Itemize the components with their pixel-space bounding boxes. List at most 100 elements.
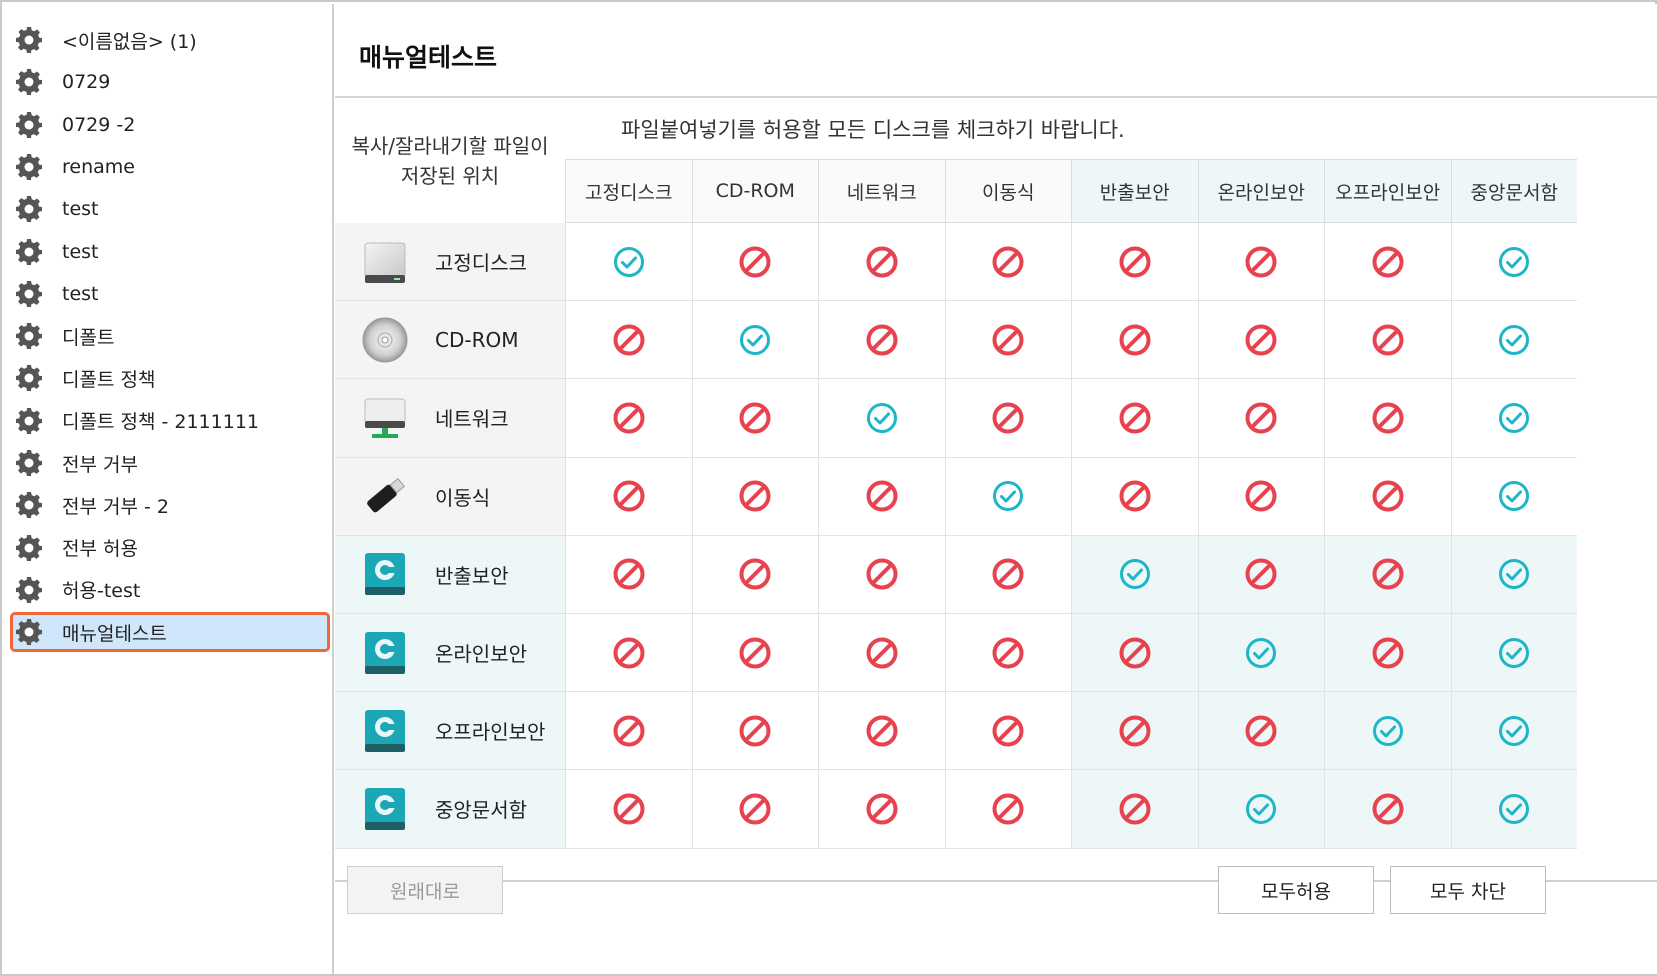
deny-icon [738, 636, 772, 670]
permission-cell[interactable] [691, 770, 818, 849]
permission-cell[interactable] [944, 770, 1071, 849]
permission-cell[interactable] [1071, 614, 1198, 693]
permission-cell[interactable] [1450, 223, 1577, 302]
permission-cell[interactable] [1450, 770, 1577, 849]
permission-cell[interactable] [1071, 301, 1198, 380]
row-header-label: 이동식 [435, 485, 491, 510]
permission-cell[interactable] [1324, 614, 1451, 693]
sidebar-item[interactable]: 디폴트 정책 - 2111111 [10, 401, 330, 441]
deny-icon [1371, 557, 1405, 591]
permission-cell[interactable] [1324, 692, 1451, 771]
permission-cell[interactable] [1324, 535, 1451, 614]
row-header: 온라인보안 [335, 614, 565, 693]
permission-cell[interactable] [1071, 535, 1198, 614]
permission-cell[interactable] [1197, 770, 1324, 849]
sidebar-item[interactable]: 매뉴얼테스트 [10, 612, 330, 653]
permission-cell[interactable] [1197, 223, 1324, 302]
permission-cell[interactable] [1071, 457, 1198, 536]
permission-cell[interactable] [1450, 535, 1577, 614]
permission-cell[interactable] [944, 379, 1071, 458]
permission-cell[interactable] [1450, 692, 1577, 771]
deny-icon [738, 792, 772, 826]
sidebar-item[interactable]: <이름없음> (1) [10, 20, 330, 60]
permission-cell[interactable] [1197, 457, 1324, 536]
sidebar-item[interactable]: 0729 [10, 62, 330, 102]
sidebar-item[interactable]: test [10, 232, 330, 272]
permission-cell[interactable] [818, 535, 945, 614]
permission-cell[interactable] [1071, 379, 1198, 458]
sidebar-item[interactable]: 전부 허용 [10, 528, 330, 568]
permission-cell[interactable] [565, 379, 692, 458]
permission-cell[interactable] [1450, 614, 1577, 693]
permission-cell[interactable] [944, 614, 1071, 693]
permission-cell[interactable] [1450, 301, 1577, 380]
permission-cell[interactable] [1324, 770, 1451, 849]
permission-cell[interactable] [818, 223, 945, 302]
permission-cell[interactable] [691, 301, 818, 380]
permission-cell[interactable] [1324, 457, 1451, 536]
secure-drive-icon [359, 705, 411, 757]
permission-cell[interactable] [565, 223, 692, 302]
sidebar-item[interactable]: test [10, 274, 330, 314]
restore-button[interactable]: 원래대로 [347, 866, 503, 914]
permission-cell[interactable] [944, 535, 1071, 614]
sidebar-item[interactable]: 디폴트 정책 [10, 358, 330, 398]
deny-icon [991, 557, 1025, 591]
permission-cell[interactable] [1197, 379, 1324, 458]
permission-cell[interactable] [818, 770, 945, 849]
permission-cell[interactable] [1197, 535, 1324, 614]
permission-cell[interactable] [691, 614, 818, 693]
sidebar-item[interactable]: 허용-test [10, 570, 330, 610]
permission-cell[interactable] [818, 301, 945, 380]
permission-cell[interactable] [1324, 301, 1451, 380]
permission-cell[interactable] [1071, 770, 1198, 849]
permission-cell[interactable] [1197, 614, 1324, 693]
policy-list-sidebar: <이름없음> (1) 0729 0729 -2 rename test test test 디… [4, 4, 334, 974]
permission-cell[interactable] [1197, 692, 1324, 771]
sidebar-item-label: test [62, 240, 99, 263]
gear-icon [14, 575, 44, 605]
permission-cell[interactable] [818, 379, 945, 458]
block-all-button[interactable]: 모두 차단 [1390, 866, 1546, 914]
permission-cell[interactable] [1197, 301, 1324, 380]
permission-cell[interactable] [691, 223, 818, 302]
permission-cell[interactable] [1071, 223, 1198, 302]
permission-cell[interactable] [691, 457, 818, 536]
sidebar-item[interactable]: 전부 거부 [10, 443, 330, 483]
permission-cell[interactable] [944, 457, 1071, 536]
permission-cell[interactable] [565, 301, 692, 380]
permission-cell[interactable] [944, 223, 1071, 302]
permission-cell[interactable] [565, 692, 692, 771]
sidebar-item[interactable]: test [10, 189, 330, 229]
allow-check-icon [1497, 557, 1531, 591]
deny-icon [865, 479, 899, 513]
sidebar-item[interactable]: rename [10, 147, 330, 187]
permission-cell[interactable] [691, 535, 818, 614]
policy-editor-panel: 매뉴얼테스트 파일붙여넣기를 허용할 모든 디스크를 체크하기 바랍니다. 복사… [335, 4, 1657, 974]
permission-cell[interactable] [1450, 379, 1577, 458]
permission-cell[interactable] [1071, 692, 1198, 771]
permission-cell[interactable] [1324, 379, 1451, 458]
permission-cell[interactable] [944, 301, 1071, 380]
deny-icon [865, 323, 899, 357]
permission-cell[interactable] [565, 614, 692, 693]
permission-cell[interactable] [818, 692, 945, 771]
sidebar-item[interactable]: 전부 거부 - 2 [10, 485, 330, 525]
allow-check-icon [1497, 714, 1531, 748]
permission-cell[interactable] [1324, 223, 1451, 302]
permission-cell[interactable] [691, 379, 818, 458]
permission-cell[interactable] [691, 692, 818, 771]
permission-cell[interactable] [818, 457, 945, 536]
permission-cell[interactable] [565, 770, 692, 849]
allow-check-icon [612, 245, 646, 279]
sidebar-item[interactable]: 디폴트 [10, 316, 330, 356]
permission-cell[interactable] [944, 692, 1071, 771]
allow-all-button[interactable]: 모두허용 [1218, 866, 1374, 914]
permission-cell[interactable] [818, 614, 945, 693]
permission-cell[interactable] [1450, 457, 1577, 536]
allow-check-icon [1244, 636, 1278, 670]
permission-cell[interactable] [565, 457, 692, 536]
sidebar-item[interactable]: 0729 -2 [10, 105, 330, 145]
permission-cell[interactable] [565, 535, 692, 614]
column-header: 고정디스크 [565, 159, 692, 223]
